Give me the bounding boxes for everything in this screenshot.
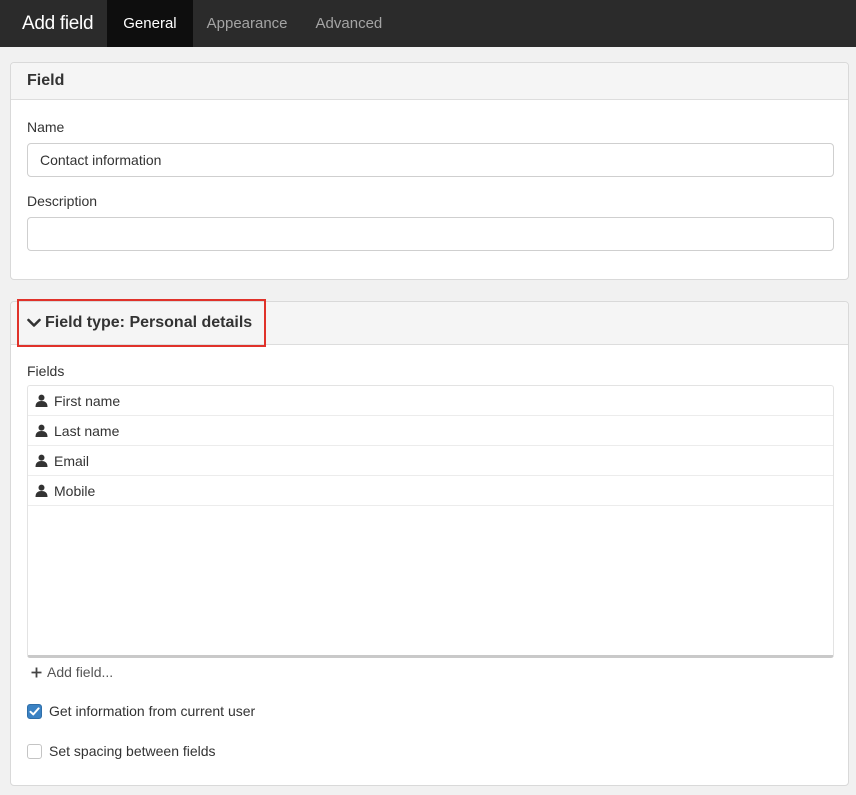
tab-general[interactable]: General: [107, 0, 193, 47]
checkbox-label: Get information from current user: [49, 703, 256, 719]
description-label: Description: [27, 193, 98, 209]
chevron-down-icon: [27, 318, 41, 327]
checkbox-checked-icon[interactable]: [27, 703, 42, 719]
name-input[interactable]: [27, 143, 834, 177]
set-spacing-checkbox[interactable]: Set spacing between fields: [27, 743, 216, 759]
fields-list[interactable]: First name Last name Email Mobile: [27, 385, 834, 658]
list-item-mobile[interactable]: Mobile: [28, 476, 833, 506]
plus-icon: [31, 667, 42, 677]
dialog-title: Add field: [22, 12, 94, 34]
user-icon: [35, 484, 48, 497]
list-item-label: Mobile: [54, 482, 96, 499]
description-input[interactable]: [27, 217, 834, 251]
add-field-label: Add field...: [47, 664, 114, 680]
fields-label: Fields: [27, 363, 65, 379]
user-icon: [35, 454, 48, 467]
tab-appearance[interactable]: Appearance: [193, 0, 302, 47]
list-item-last-name[interactable]: Last name: [28, 416, 833, 446]
list-item-first-name[interactable]: First name: [28, 386, 833, 416]
top-bar: Add field General Appearance Advanced: [0, 0, 856, 47]
field-type-panel: Field type: Personal details Fields Firs…: [10, 301, 849, 786]
list-item-label: Email: [54, 452, 90, 469]
get-info-from-user-checkbox[interactable]: Get information from current user: [27, 703, 255, 719]
field-panel-heading: Field: [11, 63, 848, 100]
list-item-label: First name: [54, 392, 121, 409]
name-label: Name: [27, 119, 65, 135]
user-icon: [35, 394, 48, 407]
list-item-label: Last name: [54, 422, 120, 439]
add-field-button[interactable]: Add field...: [31, 664, 113, 680]
field-panel: Field Name Description: [10, 62, 849, 280]
list-item-email[interactable]: Email: [28, 446, 833, 476]
checkbox-unchecked-icon[interactable]: [27, 743, 42, 759]
user-icon: [35, 424, 48, 437]
tab-advanced[interactable]: Advanced: [302, 0, 397, 47]
field-type-toggle[interactable]: Field type: Personal details: [11, 302, 848, 345]
field-type-heading: Field type: Personal details: [45, 314, 253, 331]
checkbox-label: Set spacing between fields: [49, 743, 216, 759]
